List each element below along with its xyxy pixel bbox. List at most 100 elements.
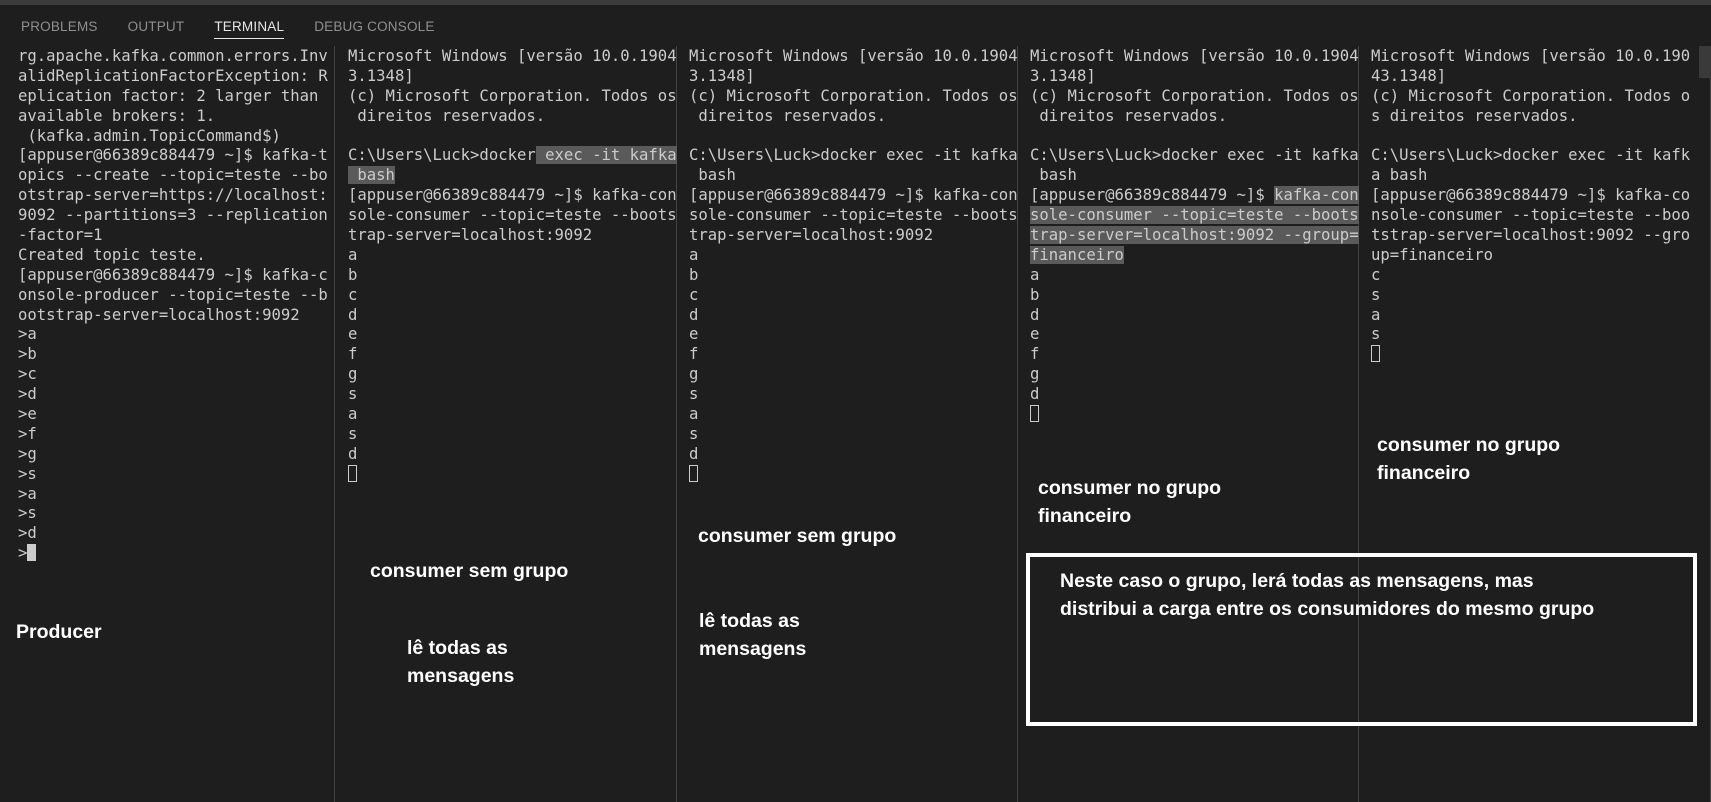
terminal-line: direitos reservados. [1030,106,1228,125]
selection-highlight: sole-consumer --topic=teste --boots [1030,206,1359,225]
consumer-group-label-1: consumer no grupo financeiro [1038,477,1222,527]
terminal-line: direitos reservados. [689,106,887,125]
terminal-line: sole-consumer --topic=teste --boots [348,206,677,225]
terminal-line: trap-server=localhost:9092 [689,226,934,245]
terminal-line: trap-server=localhost:9092 [348,226,593,245]
terminal-line: 9092 --partitions=3 --replication [18,206,328,225]
selection-highlight: exec -it kafka [535,146,677,165]
terminal-line: Microsoft Windows [versão 10.0.1904 [348,47,677,65]
terminal-line: g [348,365,358,384]
terminal-line: sole-consumer --topic=teste --boots [1030,206,1359,226]
terminal-line: C:\Users\Luck>docker exec -it kafka [689,146,1018,165]
terminal-line: >d [18,524,37,543]
terminal-line: (c) Microsoft Corporation. Todos os [689,86,1018,105]
terminal-line: a [689,245,699,264]
terminal-line: bash [1030,166,1077,185]
terminal-line: >a [18,325,37,344]
terminal-line: e [689,325,699,344]
terminal-line: b [689,265,699,284]
terminal-line: >g [18,444,37,463]
terminal-line: f [348,345,358,364]
selection-highlight: kafka-con [1274,186,1359,205]
terminal-line: -factor=1 [18,226,103,245]
tab-output[interactable]: OUTPUT [128,5,185,34]
terminal-line: a [348,405,358,424]
terminal-line: a [348,245,358,264]
terminal-cursor [689,464,698,482]
terminal-line: C:\Users\Luck>docker exec -it kafka [1030,146,1359,165]
terminal-line: (c) Microsoft Corporation. Todos o [1371,86,1691,105]
terminal-line: >f [18,424,37,443]
terminal-output: Microsoft Windows [versão 10.0.19043.134… [348,47,677,485]
terminal-pane-producer[interactable]: rg.apache.kafka.common.errors.Inv alidRep… [0,46,335,802]
terminal-line: f [689,345,699,364]
terminal-output: Microsoft Windows [versão 10.0.19043.134… [1030,47,1359,425]
terminal-line: C:\Users\Luck>docker exec -it kafk [1371,146,1691,165]
producer-label: Producer [16,621,102,643]
terminal-cursor [1030,405,1039,423]
terminal-line: d [348,444,358,463]
tab-debug-console[interactable]: DEBUG CONSOLE [314,5,434,34]
terminal-line: >c [18,365,37,384]
terminal-line: eplication factor: 2 larger than [18,86,319,105]
terminal-line: (kafka.admin.TopicCommand$) [18,126,281,145]
terminal-cursor [1371,345,1380,363]
tab-terminal[interactable]: TERMINAL [214,5,285,39]
terminal-line: c [689,285,699,304]
terminal-line: s [1371,285,1381,304]
tab-problems[interactable]: PROBLEMS [21,5,98,34]
terminal-line: c [348,285,358,304]
terminal-line: nsole-consumer --topic=teste --boo [1371,206,1691,225]
terminal-line: >d [18,385,37,404]
selection-highlight: bash [348,166,395,185]
terminal-scrollbar[interactable] [1699,46,1711,78]
terminal-line: 3.1348] [689,66,755,85]
terminal-line: available brokers: 1. [18,106,216,125]
terminal-line: 43.1348] [1371,66,1447,85]
terminal-line: >a [18,484,37,503]
terminal-line: e [1030,325,1040,344]
panel-tab-bar: PROBLEMS OUTPUT TERMINAL DEBUG CONSOLE [0,5,1711,49]
consumer-no-group-label-2: consumer sem grupo [698,525,897,547]
reads-all-label-1: lê todas as mensagens [407,637,515,687]
terminal-line: g [689,365,699,384]
terminal-line: ootstrap-server=localhost:9092 [18,305,300,324]
terminal-line: f [1030,345,1040,364]
terminal-pane-consumer-2[interactable]: Microsoft Windows [versão 10.0.1904 3.134… [677,46,1018,802]
terminal-line: a [1371,305,1381,324]
terminal-line: financeiro [1030,245,1359,266]
terminal-line: s [348,385,358,404]
terminal-line: d [1030,305,1040,324]
terminal-line: d [689,305,699,324]
terminal-line: rg.apache.kafka.common.errors.Inv [18,47,328,65]
terminal-line: Microsoft Windows [versão 10.0.1904 [1030,47,1359,65]
terminal-line: [appuser@66389c884479 ~]$ kafka-con [689,186,1018,205]
terminal-line: a [1030,265,1040,284]
terminal-line: bash [689,166,736,185]
terminal-line: [appuser@66389c884479 ~]$ kafka-con [348,186,677,205]
terminal-line: d [689,444,699,463]
terminal-line: alidReplicationFactorException: R [18,66,328,85]
terminal-line: C:\Users\Luck>docker exec -it kafka [348,146,677,165]
terminal-line [689,464,1018,485]
terminal-line [348,464,677,485]
terminal-line: bash [348,166,677,186]
terminal-line: direitos reservados. [348,106,546,125]
terminal-line: (c) Microsoft Corporation. Todos os [1030,86,1359,105]
terminal-line: s [689,385,699,404]
terminal-line: (c) Microsoft Corporation. Todos os [348,86,677,105]
terminal-line: a [689,405,699,424]
terminal-cursor [348,464,357,482]
terminal-line: s [1371,325,1381,344]
terminal-line: sole-consumer --topic=teste --boots [689,206,1018,225]
terminal-line: d [1030,385,1040,404]
terminal-line: 3.1348] [1030,66,1096,85]
selection-highlight: trap-server=localhost:9092 --group= [1030,226,1359,245]
terminal-line: b [1030,285,1040,304]
terminal-output: Microsoft Windows [versão 10.0.19043.134… [1371,47,1690,365]
terminal-line: s direitos reservados. [1371,106,1578,125]
terminal-line: opics --create --topic=teste --bo [18,166,328,185]
